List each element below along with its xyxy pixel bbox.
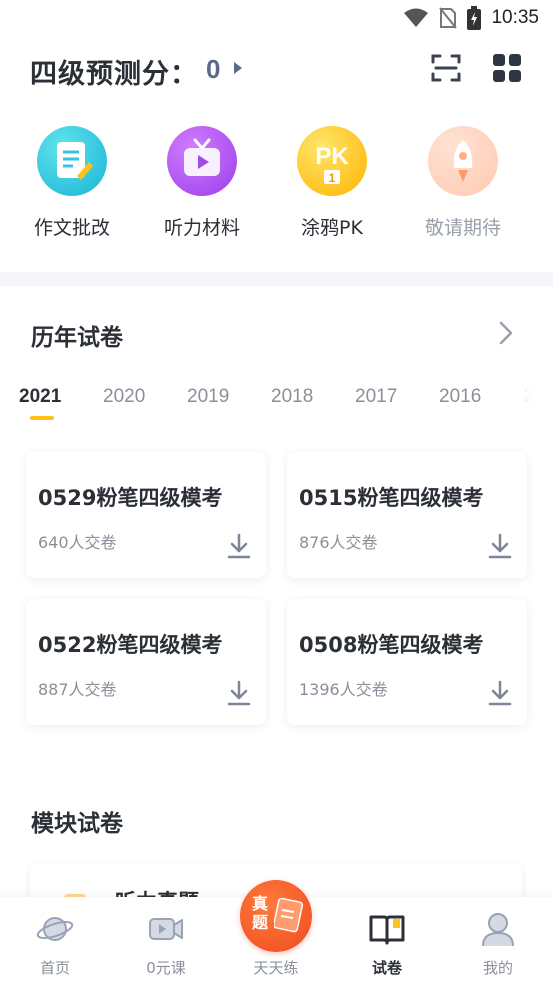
quick-label-listening: 听力材料 xyxy=(163,217,240,239)
no-sim-icon xyxy=(439,7,458,29)
status-time: 10:35 xyxy=(491,7,539,28)
download-icon[interactable] xyxy=(487,532,513,560)
listening-tv-icon xyxy=(167,126,237,196)
svg-text:PK: PK xyxy=(315,143,349,170)
rocket-icon xyxy=(428,126,498,196)
quick-item-coming-soon[interactable]: 敬请期待 xyxy=(413,126,513,240)
tab-year-2017[interactable]: 2017 xyxy=(355,386,397,408)
svg-text:1: 1 xyxy=(329,171,336,185)
essay-correction-icon xyxy=(37,126,107,196)
status-bar: 10:35 xyxy=(0,0,553,38)
tab-papers[interactable]: 试卷 xyxy=(342,909,432,978)
quick-label-coming-soon: 敬请期待 xyxy=(424,217,501,239)
paper-card-title: 0508粉笔四级模考 xyxy=(299,633,484,657)
paper-book-icon xyxy=(369,915,405,945)
paper-card-count: 1396人交卷 xyxy=(299,680,388,699)
download-icon[interactable] xyxy=(226,679,252,707)
quick-item-listening[interactable]: 听力材料 xyxy=(152,126,252,240)
year-tabs: 2021 2020 2019 2018 2017 2016 20 xyxy=(0,384,553,424)
paper-card-count: 640人交卷 xyxy=(38,533,117,552)
quick-item-pk[interactable]: PK 1 涂鸦PK xyxy=(282,126,382,240)
tab-label-home: 首页 xyxy=(39,959,70,977)
paper-card[interactable]: 0508粉笔四级模考 1396人交卷 xyxy=(287,599,527,725)
tab-profile[interactable]: 我的 xyxy=(453,909,543,978)
predicted-score-label: 四级预测分： xyxy=(30,59,198,90)
tab-label-papers: 试卷 xyxy=(371,959,402,977)
header: 四级预测分： 0 xyxy=(30,48,530,92)
download-icon[interactable] xyxy=(226,532,252,560)
tab-label-daily-practice: 天天练 xyxy=(253,959,299,977)
pk-icon: PK 1 xyxy=(297,126,367,196)
wifi-icon xyxy=(404,8,429,27)
battery-charging-icon xyxy=(467,6,482,30)
daily-practice-badge[interactable]: 真题 xyxy=(240,880,312,952)
tabs-fade xyxy=(483,384,553,424)
paper-card[interactable]: 0529粉笔四级模考 640人交卷 xyxy=(26,452,266,578)
paper-card[interactable]: 0515粉笔四级模考 876人交卷 xyxy=(287,452,527,578)
paper-card-title: 0522粉笔四级模考 xyxy=(38,633,223,657)
tab-year-2018[interactable]: 2018 xyxy=(271,386,313,408)
tab-label-free-course: 0元课 xyxy=(146,959,186,977)
planet-icon xyxy=(36,917,74,941)
module-papers-title: 模块试卷 xyxy=(31,811,123,837)
chevron-right-icon[interactable] xyxy=(498,320,514,346)
user-icon xyxy=(482,913,514,947)
video-icon xyxy=(149,918,183,940)
paper-card-count: 887人交卷 xyxy=(38,680,117,699)
paper-card-count: 876人交卷 xyxy=(299,533,378,552)
section-divider xyxy=(0,272,553,286)
tab-free-course[interactable]: 0元课 xyxy=(121,909,211,978)
caret-right-icon[interactable] xyxy=(233,61,243,75)
active-tab-indicator xyxy=(30,416,54,420)
tab-year-2021[interactable]: 2021 xyxy=(19,386,61,408)
tab-year-2019[interactable]: 2019 xyxy=(187,386,229,408)
quick-label-essay: 作文批改 xyxy=(33,217,110,239)
exam-paper-icon xyxy=(274,898,304,933)
tab-year-2016[interactable]: 2016 xyxy=(439,386,481,408)
paper-card-title: 0529粉笔四级模考 xyxy=(38,486,223,510)
quick-actions: 作文批改 听力材料 PK 1 涂鸦PK 敬请期待 xyxy=(0,126,553,246)
quick-label-pk: 涂鸦PK xyxy=(301,217,363,239)
grid-apps-icon[interactable] xyxy=(492,53,522,83)
scan-icon[interactable] xyxy=(430,52,462,84)
past-papers-title: 历年试卷 xyxy=(31,325,123,351)
quick-item-essay[interactable]: 作文批改 xyxy=(22,126,122,240)
paper-card-title: 0515粉笔四级模考 xyxy=(299,486,484,510)
tab-year-2020[interactable]: 2020 xyxy=(103,386,145,408)
badge-text: 真题 xyxy=(251,894,268,932)
paper-card[interactable]: 0522粉笔四级模考 887人交卷 xyxy=(26,599,266,725)
tab-home[interactable]: 首页 xyxy=(10,909,100,978)
tab-label-profile: 我的 xyxy=(482,959,513,977)
predicted-score-value[interactable]: 0 xyxy=(206,54,220,85)
download-icon[interactable] xyxy=(487,679,513,707)
